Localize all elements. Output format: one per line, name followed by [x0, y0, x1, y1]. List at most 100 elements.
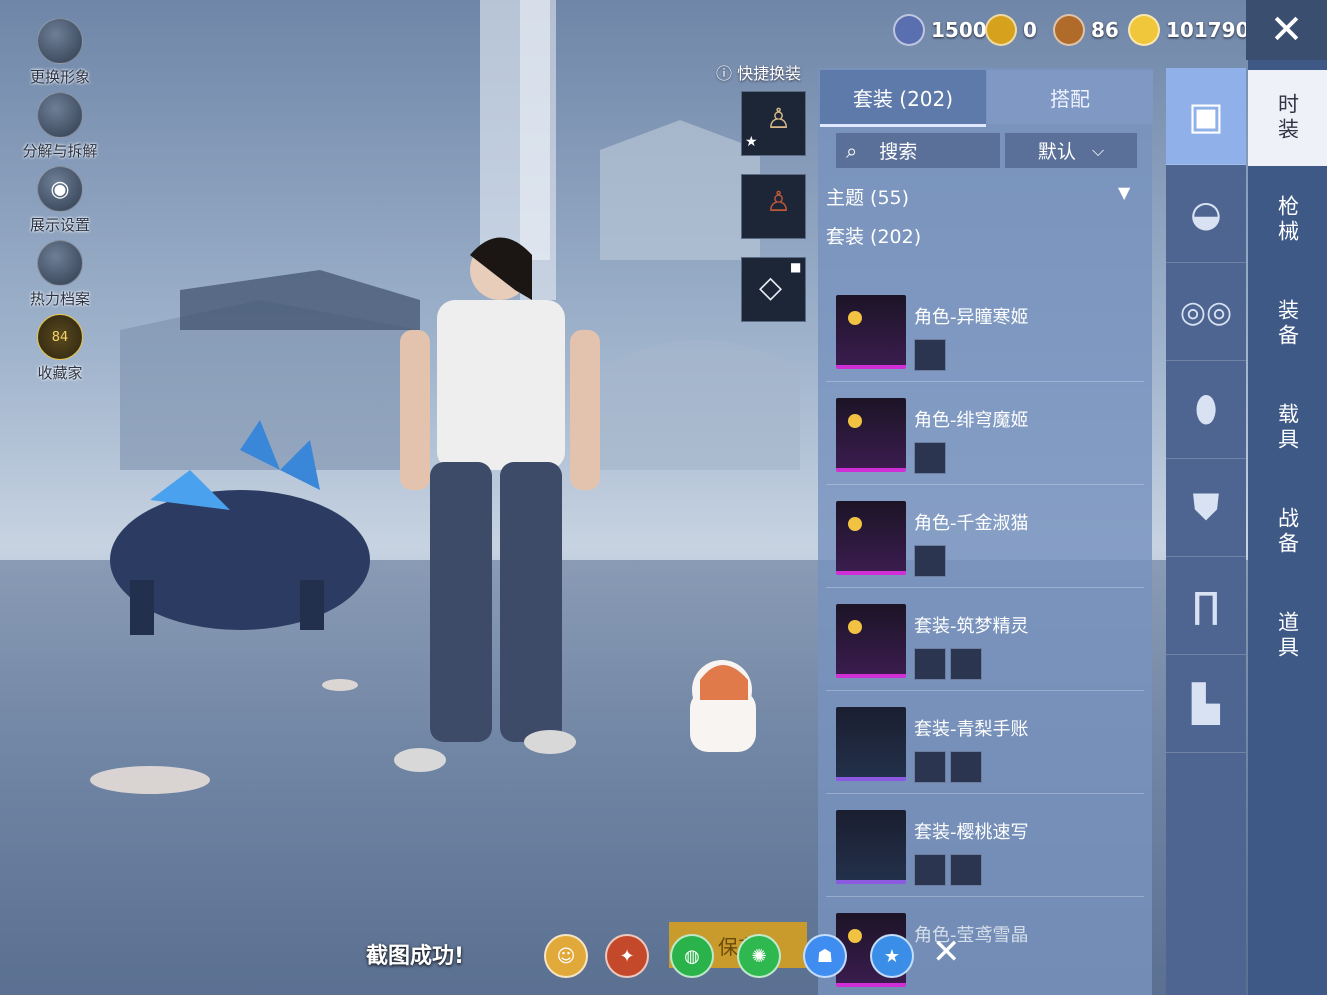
item-preview-icon [914, 648, 946, 680]
currency-3-value: 86 [1091, 18, 1119, 42]
item-thumbnail [836, 707, 906, 781]
character-badge-icon [848, 929, 862, 943]
slot-pants[interactable]: ∏ [1166, 558, 1246, 655]
list-item[interactable]: 套装-樱桃速写 [826, 796, 1144, 897]
currency-4-value: 101790 [1166, 18, 1250, 42]
item-name: 角色-绯穹魔姬 [914, 410, 1029, 431]
change-avatar-label: 更换形象 [29, 68, 90, 86]
outfit-figure-icon: ♙ [766, 102, 792, 135]
category-guns[interactable]: 枪械 [1248, 172, 1327, 268]
theme-filter[interactable]: 主题 (55) ▼ [826, 183, 1130, 210]
share-elite-button[interactable]: ✦ [605, 934, 649, 978]
item-preview-icon [914, 442, 946, 474]
item-name: 套装-樱桃速写 [914, 822, 1029, 843]
screenshot-toast: 截图成功! [366, 944, 465, 969]
dropdown-triangle-icon: ▼ [1118, 183, 1131, 202]
slot-hat[interactable]: ◒ [1166, 166, 1246, 263]
quick-slot-2[interactable]: ♙ [741, 174, 806, 239]
qzone-star-icon: ★ [883, 945, 901, 967]
share-camp-button[interactable]: ☺ [544, 934, 588, 978]
close-icon: ✕ [1269, 7, 1304, 53]
share-qq-button[interactable]: ☗ [803, 934, 847, 978]
slot-top[interactable]: ⛊ [1166, 460, 1246, 557]
currency-1-value: 1500 [931, 18, 987, 42]
tab-suits[interactable]: 套装 (202) [820, 70, 986, 127]
outfit-box-icon: ▣ [1188, 94, 1224, 138]
collector-level: 84 [51, 329, 69, 345]
slot-shoes[interactable]: ▙ [1166, 656, 1246, 753]
display-settings-button[interactable]: ◉ 展示设置 [14, 166, 106, 235]
globe-coin-icon [893, 14, 925, 46]
item-preview-icon [914, 751, 946, 783]
item-preview-icon [914, 339, 946, 371]
display-settings-label: 展示设置 [29, 216, 90, 234]
quick-slot-3[interactable]: ◇ ■ [741, 257, 806, 322]
close-button[interactable]: ✕ [1246, 0, 1327, 60]
heat-archive-button[interactable]: 热力档案 [14, 240, 106, 309]
chevron-down-icon: ⌵ [1091, 140, 1105, 160]
list-item[interactable]: 套装-筑梦精灵 [826, 590, 1144, 691]
help-icon: ⓘ [716, 64, 733, 83]
item-thumbnail [836, 501, 906, 575]
collector-button[interactable]: 84 收藏家 [14, 314, 106, 383]
list-item[interactable]: 套装-青梨手账 [826, 693, 1144, 794]
cap-icon: ◒ [1190, 193, 1222, 235]
search-icon: ⌕ [846, 138, 858, 163]
quick-change-label[interactable]: ⓘ 快捷换装 [716, 60, 801, 84]
share-moments-button[interactable]: ✺ [737, 934, 781, 978]
item-preview-icon [950, 648, 982, 680]
bronze-coin-icon [1053, 14, 1085, 46]
lightning-coin-icon [1128, 14, 1160, 46]
quick-slot-1[interactable]: ♙ ★ [741, 91, 806, 156]
category-combat[interactable]: 战备 [1248, 484, 1327, 580]
avatar-icon [37, 18, 83, 64]
collector-label: 收藏家 [37, 364, 83, 382]
category-gear[interactable]: 装备 [1248, 276, 1327, 372]
slot-mask[interactable]: ⬮ [1166, 362, 1246, 459]
glasses-icon: ◎◎ [1179, 294, 1233, 330]
close-icon: ✕ [932, 932, 961, 972]
star-icon: ★ [745, 134, 758, 150]
wechat-icon: ◍ [684, 945, 700, 967]
currency-2: 0 [985, 10, 1037, 50]
category-fashion[interactable]: 时装 [1248, 70, 1327, 166]
currency-1: 1500 [893, 10, 987, 50]
sort-dropdown[interactable]: 默认 ⌵ [1005, 133, 1137, 168]
item-name: 套装-青梨手账 [914, 719, 1029, 740]
slot-outfit[interactable]: ▣ [1166, 68, 1246, 165]
character-badge-icon [848, 414, 862, 428]
elite-logo-icon: ✦ [619, 945, 635, 967]
close-share-button[interactable]: ✕ [932, 932, 961, 972]
list-item[interactable]: 角色-绯穹魔姬 [826, 384, 1144, 485]
category-vehicles[interactable]: 载具 [1248, 380, 1327, 476]
tab-match[interactable]: 搭配 [987, 70, 1153, 124]
slot-glasses[interactable]: ◎◎ [1166, 264, 1246, 361]
decompose-button[interactable]: 分解与拆解 [14, 92, 106, 161]
item-name: 套装-筑梦精灵 [914, 616, 1029, 637]
change-avatar-button[interactable]: 更换形象 [14, 18, 106, 87]
gold-coin-icon [985, 14, 1017, 46]
character-badge-icon [848, 311, 862, 325]
lock-icon: ■ [790, 260, 802, 274]
eye-icon: ◉ [37, 166, 83, 212]
qq-icon: ☗ [816, 945, 834, 967]
list-item[interactable]: 角色-异瞳寒姬 [826, 281, 1144, 382]
item-name: 角色-千金淑猫 [914, 513, 1029, 534]
list-item[interactable]: 角色-千金淑猫 [826, 487, 1144, 588]
currency-4: 101790 [1128, 10, 1250, 50]
share-wechat-button[interactable]: ◍ [670, 934, 714, 978]
item-preview-icon [950, 854, 982, 886]
jacket-icon: ⛊ [1192, 487, 1220, 528]
item-thumbnail [836, 604, 906, 678]
puzzle-icon [37, 92, 83, 138]
camp-icon: ☺ [556, 945, 576, 967]
pants-icon: ∏ [1192, 585, 1220, 627]
share-qzone-button[interactable]: ★ [870, 934, 914, 978]
suits-filter-header: 套装 (202) [826, 226, 922, 248]
item-thumbnail [836, 295, 906, 369]
character-badge-icon [848, 517, 862, 531]
collector-badge-icon: 84 [37, 314, 83, 360]
item-name: 角色-异瞳寒姬 [914, 307, 1029, 328]
search-box[interactable]: ⌕ 搜索 [836, 133, 1000, 168]
category-items[interactable]: 道具 [1248, 588, 1327, 684]
